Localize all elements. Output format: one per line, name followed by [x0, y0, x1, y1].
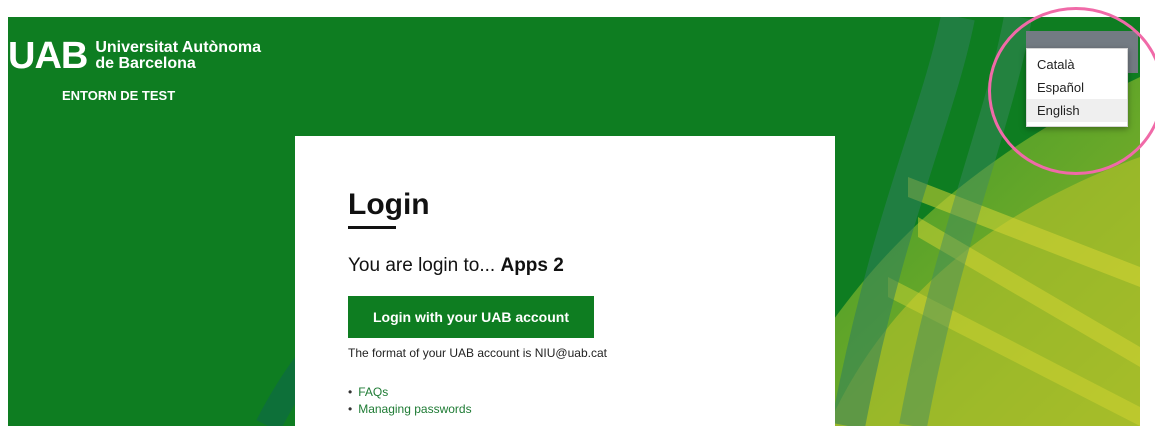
logo-name: Universitat Autònoma de Barcelona: [95, 40, 261, 72]
bullet-icon: •: [348, 402, 353, 416]
help-links: • FAQs • Managing passwords: [348, 384, 472, 418]
login-card: Login You are login to... Apps 2 Login w…: [295, 136, 835, 426]
uab-logo[interactable]: UAB Universitat Autònoma de Barcelona: [8, 37, 261, 75]
faqs-link[interactable]: FAQs: [358, 385, 388, 399]
app-name: Apps 2: [500, 255, 564, 276]
subtitle-prefix: You are login to...: [348, 255, 496, 276]
logo-name-line1: Universitat Autònoma: [95, 39, 261, 56]
logo-name-line2: de Barcelona: [95, 55, 196, 72]
bullet-icon: •: [348, 385, 353, 399]
page-title: Login: [348, 188, 430, 221]
help-link-item: • Managing passwords: [348, 401, 472, 418]
account-format-hint: The format of your UAB account is NIU@ua…: [348, 346, 607, 360]
title-underline: [348, 226, 396, 229]
logo-mark: UAB: [8, 35, 88, 77]
login-uab-button[interactable]: Login with your UAB account: [348, 296, 594, 338]
login-subtitle: You are login to... Apps 2: [348, 255, 564, 277]
environment-label: ENTORN DE TEST: [62, 88, 176, 103]
header-banner: UAB Universitat Autònoma de Barcelona EN…: [8, 17, 1140, 426]
managing-passwords-link[interactable]: Managing passwords: [358, 402, 471, 416]
help-link-item: • FAQs: [348, 384, 472, 401]
annotation-circle: [988, 7, 1155, 175]
